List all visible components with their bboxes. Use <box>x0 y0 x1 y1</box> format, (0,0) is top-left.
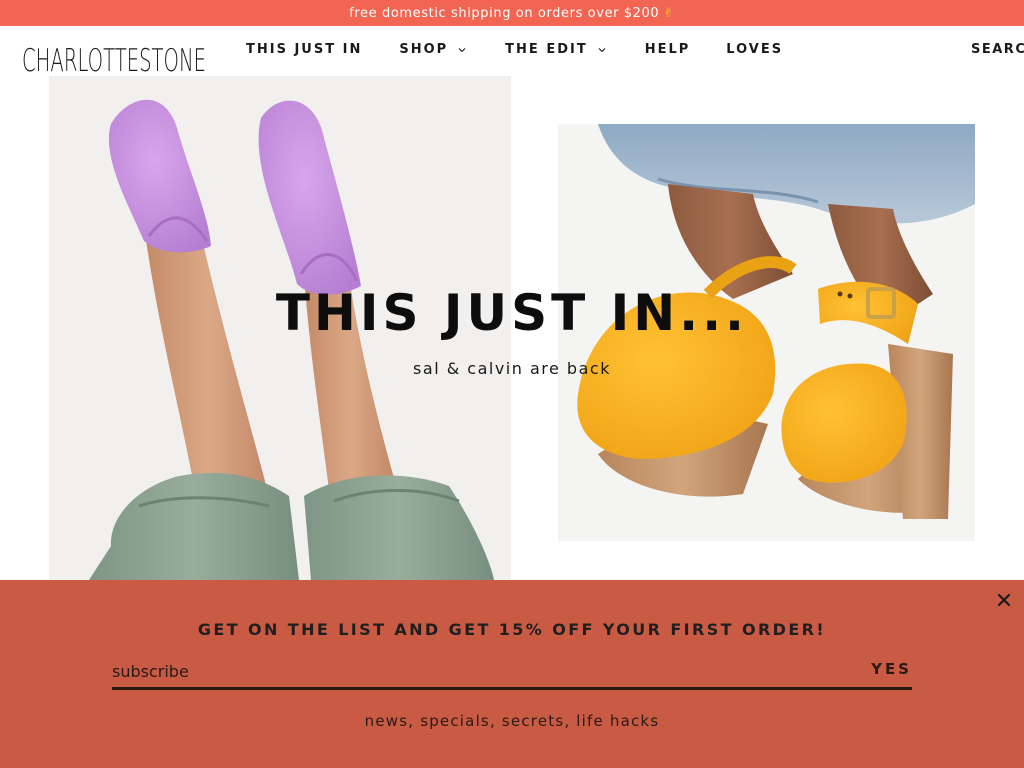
hero-title: THIS JUST IN... <box>275 284 749 342</box>
nav-label: THE EDIT <box>505 42 588 57</box>
chevron-down-icon <box>598 47 606 52</box>
popup-heading: GET ON THE LIST AND GET 15% OFF YOUR FIR… <box>197 620 827 639</box>
announcement-text: free domestic shipping on orders over $2… <box>349 5 660 21</box>
nav-item-this-just-in[interactable]: THIS JUST IN <box>246 42 362 57</box>
nav-label: LOVES <box>726 42 784 57</box>
subscribe-input[interactable] <box>112 656 832 686</box>
nav-label: HELP <box>644 42 691 57</box>
hero-subtitle: sal & calvin are back <box>413 359 611 378</box>
nav-item-shop[interactable]: SHOP <box>399 42 467 57</box>
subscribe-submit-button[interactable]: YES <box>871 660 912 678</box>
nav-item-loves[interactable]: LOVES <box>726 42 783 57</box>
main-nav: THIS JUST IN SHOP THE EDIT HELP LOVES <box>246 42 783 57</box>
popup-tagline: news, specials, secrets, life hacks <box>364 712 660 730</box>
search-link[interactable]: SEARCH <box>971 42 1024 57</box>
subscribe-form: YES <box>112 656 912 690</box>
nav-item-the-edit[interactable]: THE EDIT <box>505 42 607 57</box>
brand-logo[interactable]: CHARLOTTESTONE <box>22 24 210 82</box>
peace-sign-icon: ✌ <box>663 5 675 21</box>
nav-label: SHOP <box>399 42 449 57</box>
nav-label: THIS JUST IN <box>246 42 363 57</box>
newsletter-popup: GET ON THE LIST AND GET 15% OFF YOUR FIR… <box>0 580 1024 768</box>
announcement-bar: free domestic shipping on orders over $2… <box>0 0 1024 26</box>
logo-text: CHARLOTTESTONE <box>22 43 206 79</box>
nav-item-help[interactable]: HELP <box>645 42 691 57</box>
chevron-down-icon <box>458 47 466 52</box>
close-icon[interactable] <box>994 590 1014 610</box>
